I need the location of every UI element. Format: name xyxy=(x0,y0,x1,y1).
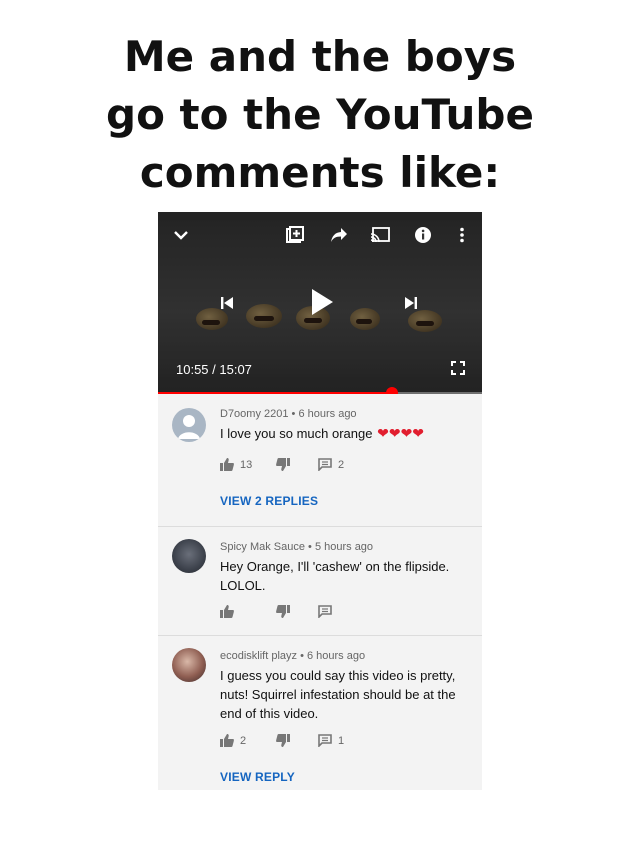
more-vert-icon[interactable] xyxy=(454,224,470,246)
comment-icon xyxy=(318,605,332,618)
like-button[interactable]: 2 xyxy=(220,734,246,747)
previous-icon[interactable] xyxy=(216,292,238,314)
comment-text-content: I love you so much orange xyxy=(220,426,373,441)
add-to-playlist-icon[interactable] xyxy=(284,224,306,246)
meme-caption: Me and the boys go to the YouTube commen… xyxy=(0,28,640,202)
chevron-down-icon[interactable] xyxy=(170,224,192,246)
caption-line-2: go to the YouTube xyxy=(106,90,534,139)
comment-icon xyxy=(318,734,332,747)
dislike-button[interactable] xyxy=(276,458,290,471)
heart-emoji-group: ❤❤❤❤ xyxy=(377,426,425,442)
cast-icon[interactable] xyxy=(368,224,392,246)
reply-button[interactable]: 2 xyxy=(318,458,344,471)
reply-button[interactable]: 1 xyxy=(318,734,344,747)
like-count: 2 xyxy=(240,734,247,747)
like-count: 13 xyxy=(240,458,253,471)
caption-line-3: comments like: xyxy=(139,148,501,197)
reply-count: 2 xyxy=(338,458,345,471)
comment-meta: ecodisklift playz • 6 hours ago xyxy=(220,650,366,662)
play-icon[interactable] xyxy=(306,286,338,318)
thumbs-up-icon xyxy=(220,734,234,747)
fullscreen-icon[interactable] xyxy=(448,358,468,378)
reply-count: 1 xyxy=(338,734,345,747)
video-player[interactable]: 10:55 / 15:07 xyxy=(158,212,482,394)
thumbs-down-icon xyxy=(276,734,290,747)
comment-icon xyxy=(318,458,332,471)
dislike-button[interactable] xyxy=(276,605,290,618)
thumbs-down-icon xyxy=(276,605,290,618)
view-reply-link[interactable]: VIEW REPLY xyxy=(220,770,295,784)
view-replies-link[interactable]: VIEW 2 REPLIES xyxy=(220,494,318,508)
avatar[interactable] xyxy=(172,648,206,682)
like-button[interactable]: 13 xyxy=(220,458,252,471)
comment-text: I love you so much orange ❤❤❤❤ xyxy=(220,424,470,444)
thumbs-up-icon xyxy=(220,458,234,471)
thumbs-down-icon xyxy=(276,458,290,471)
avatar[interactable] xyxy=(172,408,206,442)
comment-text: I guess you could say this video is pret… xyxy=(220,668,456,721)
thumbs-up-icon xyxy=(220,605,234,618)
comment-text: Hey Orange, I'll 'cashew' on the flipsid… xyxy=(220,559,450,593)
next-icon[interactable] xyxy=(400,292,422,314)
progress-fill xyxy=(158,392,392,394)
youtube-app-screenshot: 10:55 / 15:07 D7oomy 2201 • 6 hours ago … xyxy=(158,212,482,790)
share-icon[interactable] xyxy=(328,224,350,246)
like-button[interactable] xyxy=(220,605,234,618)
comment-item: ecodisklift playz • 6 hours ago I guess … xyxy=(158,636,482,790)
avatar[interactable] xyxy=(172,539,206,573)
comment-item: D7oomy 2201 • 6 hours ago I love you so … xyxy=(158,396,482,527)
comment-meta: Spicy Mak Sauce • 5 hours ago xyxy=(220,541,374,553)
scrubber-handle[interactable] xyxy=(385,387,398,394)
reply-button[interactable] xyxy=(318,605,332,618)
progress-bar[interactable] xyxy=(158,387,482,394)
info-icon[interactable] xyxy=(412,224,434,246)
dislike-button[interactable] xyxy=(276,734,290,747)
time-display: 10:55 / 15:07 xyxy=(176,362,252,377)
caption-line-1: Me and the boys xyxy=(123,32,517,81)
comment-item: Spicy Mak Sauce • 5 hours ago Hey Orange… xyxy=(158,527,482,636)
comment-meta: D7oomy 2201 • 6 hours ago xyxy=(220,408,357,420)
